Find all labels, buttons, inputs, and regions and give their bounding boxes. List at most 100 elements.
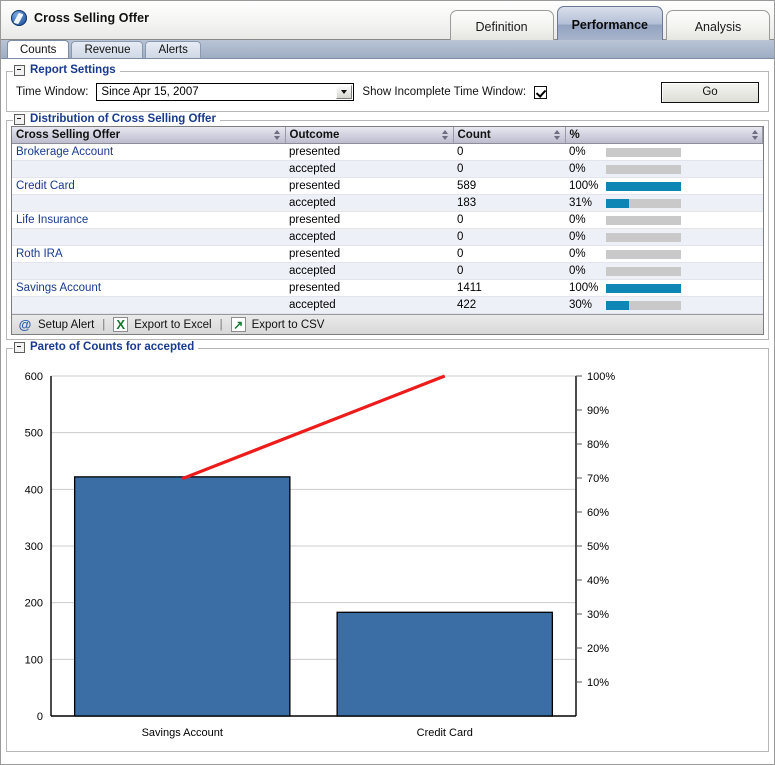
y2-axis-tick-label: 80%: [587, 439, 609, 451]
bar[interactable]: [73, 476, 291, 717]
table-toolbar: @ Setup Alert | X Export to Excel | ↗ Ex…: [12, 314, 763, 334]
offer-link[interactable]: Savings Account: [16, 282, 101, 294]
cell-offer: [12, 228, 285, 246]
setup-alert-icon[interactable]: @: [18, 317, 32, 332]
percent-value: 0%: [569, 146, 586, 158]
collapse-minus-icon[interactable]: [14, 64, 25, 76]
offer-link[interactable]: Roth IRA: [16, 248, 63, 260]
cell-outcome: presented: [285, 143, 453, 161]
cell-count: 589: [453, 177, 565, 195]
percent-value: 31%: [569, 197, 593, 209]
subtab-alerts[interactable]: Alerts: [145, 41, 201, 58]
show-incomplete-label: Show Incomplete Time Window:: [362, 86, 527, 98]
percent-bar: [606, 147, 681, 157]
y2-axis-tick-label: 100%: [587, 371, 615, 383]
main-tab-bar: Definition Performance Analysis: [449, 6, 770, 42]
column-label: %: [569, 129, 580, 141]
cell-percent: 31%: [565, 194, 763, 212]
table-row: accepted 183 31%: [12, 194, 763, 212]
cell-offer: [12, 296, 285, 314]
distribution-table-body: Brokerage Account presented 0 0% accepted 0 0%…: [12, 143, 763, 314]
cell-count: 0: [453, 160, 565, 178]
x-axis-tick-label: Credit Card: [417, 727, 473, 739]
distribution-legend: Distribution of Cross Selling Offer: [13, 113, 220, 125]
collapse-minus-icon[interactable]: [14, 113, 25, 125]
cell-outcome: presented: [285, 177, 453, 195]
percent-bar: [606, 300, 681, 310]
setup-alert-link[interactable]: Setup Alert: [38, 319, 94, 331]
column-header-percent[interactable]: %: [565, 127, 763, 144]
cell-count: 422: [453, 296, 565, 314]
cell-count: 1411: [453, 279, 565, 297]
subtab-revenue[interactable]: Revenue: [71, 41, 144, 58]
cell-count: 183: [453, 194, 565, 212]
collapse-minus-icon[interactable]: [14, 341, 25, 353]
cell-count: 0: [453, 211, 565, 229]
pareto-title: Pareto of Counts for accepted: [30, 341, 195, 353]
percent-value: 30%: [569, 299, 593, 311]
percent-bar: [606, 283, 681, 293]
chevron-down-icon[interactable]: [336, 85, 353, 99]
y-axis-tick-label: 0: [37, 711, 43, 723]
app-badge-icon: [11, 10, 27, 26]
offer-link[interactable]: Credit Card: [16, 180, 75, 192]
tab-performance[interactable]: Performance: [556, 6, 663, 42]
offer-link[interactable]: Life Insurance: [16, 214, 88, 226]
column-header-offer[interactable]: Cross Selling Offer: [12, 127, 286, 144]
y-axis-tick-label: 100: [25, 654, 43, 666]
percent-bar: [606, 181, 681, 191]
cell-outcome: presented: [285, 245, 453, 263]
cell-outcome: accepted: [285, 262, 453, 280]
tab-definition[interactable]: Definition: [449, 10, 554, 42]
page-title: Cross Selling Offer: [34, 11, 150, 25]
export-csv-link[interactable]: Export to CSV: [252, 319, 325, 331]
table-row: Savings Account presented 1411 100%: [12, 279, 763, 297]
distribution-table-wrapper: Cross Selling Offer Outcome Count % Brok…: [11, 126, 764, 335]
report-settings-row: Time Window: Since Apr 15, 2007 Show Inc…: [12, 78, 763, 106]
cell-outcome: accepted: [285, 160, 453, 178]
excel-icon[interactable]: X: [113, 317, 129, 332]
column-header-count[interactable]: Count: [453, 127, 566, 144]
csv-icon[interactable]: ↗: [230, 317, 246, 332]
time-window-select[interactable]: Since Apr 15, 2007: [96, 83, 355, 101]
cell-outcome: accepted: [285, 228, 453, 246]
cell-percent: 0%: [565, 211, 763, 229]
show-incomplete-checkbox[interactable]: [534, 85, 548, 99]
percent-value: 0%: [569, 265, 586, 277]
table-row: Brokerage Account presented 0 0%: [12, 143, 763, 161]
cell-offer: [12, 160, 285, 178]
table-header-row: Cross Selling Offer Outcome Count %: [12, 127, 763, 144]
cell-percent: 0%: [565, 228, 763, 246]
distribution-table: Cross Selling Offer Outcome Count % Brok…: [12, 127, 763, 314]
report-settings-title: Report Settings: [30, 64, 116, 76]
cell-offer[interactable]: Credit Card: [12, 177, 285, 195]
column-header-outcome[interactable]: Outcome: [285, 127, 454, 144]
percent-value: 100%: [569, 282, 599, 294]
sort-arrows-icon[interactable]: [274, 130, 281, 141]
pareto-chart-container: 0 100 200 300 400 500 600 10% 20% 30% 40% 50% 60% 70%…: [9, 352, 766, 749]
cell-offer[interactable]: Roth IRA: [12, 245, 285, 263]
x-axis-tick-label: Savings Account: [142, 727, 223, 739]
table-row: accepted 422 30%: [12, 296, 763, 314]
y2-axis-tick-label: 20%: [587, 643, 609, 655]
subtab-counts[interactable]: Counts: [7, 40, 70, 58]
cell-offer[interactable]: Savings Account: [12, 279, 285, 297]
sort-arrows-icon[interactable]: [442, 130, 449, 141]
percent-bar: [606, 232, 681, 242]
sort-arrows-icon[interactable]: [751, 130, 758, 141]
y2-axis-tick-label: 50%: [587, 541, 609, 553]
cell-offer[interactable]: Life Insurance: [12, 211, 285, 229]
percent-bar: [606, 249, 681, 259]
go-button[interactable]: Go: [661, 81, 759, 103]
export-excel-link[interactable]: Export to Excel: [134, 319, 211, 331]
sort-arrows-icon[interactable]: [554, 130, 561, 141]
cell-offer[interactable]: Brokerage Account: [12, 143, 285, 161]
cell-percent: 0%: [565, 143, 763, 161]
percent-bar: [606, 215, 681, 225]
offer-link[interactable]: Brokerage Account: [16, 146, 113, 158]
tab-analysis[interactable]: Analysis: [666, 10, 770, 42]
bar[interactable]: [336, 611, 554, 717]
cell-offer: [12, 262, 285, 280]
y2-axis-tick-label: 40%: [587, 575, 609, 587]
application-window: Cross Selling Offer Definition Performan…: [0, 0, 775, 765]
